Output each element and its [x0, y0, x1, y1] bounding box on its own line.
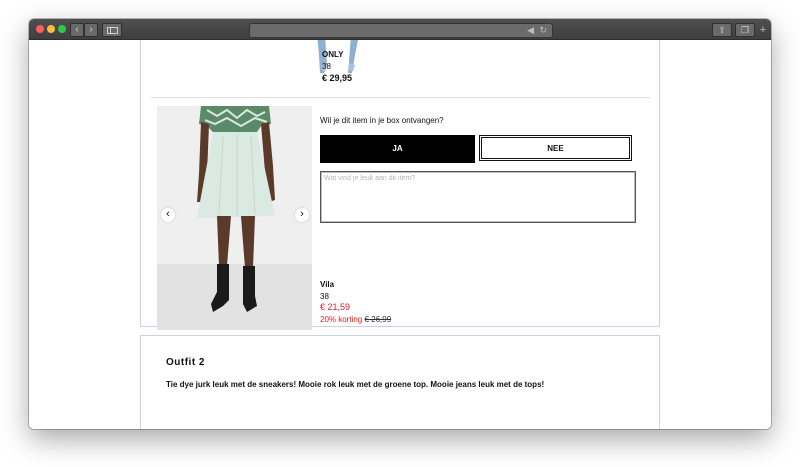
item-size: 38 [320, 292, 329, 301]
title-bar: ‹ › ◀ ↻ ⇪ ❐ + [29, 19, 771, 40]
share-icon[interactable]: ⇪ [712, 23, 732, 37]
audio-icon[interactable]: ◀ [527, 25, 534, 36]
page-viewport: ONLY 38 € 29,95 ‹ › Wil je dit item in j… [29, 40, 771, 429]
item-divider [151, 97, 650, 98]
reload-icon[interactable]: ↻ [539, 25, 547, 36]
browser-window: ‹ › ◀ ↻ ⇪ ❐ + ONLY 38 € 29,95 ‹ › Wil je… [29, 19, 771, 429]
chevron-right-icon: › [300, 208, 304, 220]
product-image-carousel[interactable]: ‹ › [157, 106, 312, 330]
outfit-description: Tie dye jurk leuk met de sneakers! Mooie… [166, 380, 545, 389]
original-price: € 26,99 [364, 315, 392, 324]
item-brand: Vila [320, 280, 335, 289]
sidebar-icon[interactable] [102, 23, 122, 37]
tabs-icon[interactable]: ❐ [735, 23, 755, 37]
maximize-window-button[interactable] [58, 25, 66, 33]
forward-icon[interactable]: › [84, 23, 98, 37]
minimize-window-button[interactable] [47, 25, 55, 33]
discount-label: 20% korting [320, 315, 363, 324]
chevron-left-icon: ‹ [166, 208, 170, 220]
back-icon[interactable]: ‹ [70, 23, 84, 37]
outfit-2-panel: Outfit 2 Tie dye jurk leuk met de sneake… [140, 335, 660, 429]
yes-button[interactable]: JA [320, 135, 475, 163]
close-window-button[interactable] [36, 25, 44, 33]
item-comment-field[interactable] [320, 171, 636, 223]
carousel-prev-button[interactable]: ‹ [161, 208, 175, 222]
no-button[interactable]: NEE [479, 135, 632, 161]
address-bar[interactable]: ◀ ↻ [249, 23, 553, 38]
item-brand: ONLY [322, 50, 344, 59]
item-discount: 20% korting € 26,99 [320, 315, 391, 324]
outfit-title: Outfit 2 [166, 357, 205, 368]
item-price: € 29,95 [322, 73, 353, 83]
item-size: 38 [322, 62, 331, 71]
receive-item-question: Wil je dit item in je box ontvangen? [320, 116, 444, 125]
product-image-skirt [157, 106, 312, 330]
item-sale-price: € 21,59 [320, 302, 351, 312]
new-tab-icon[interactable]: + [757, 23, 769, 37]
carousel-next-button[interactable]: › [295, 208, 309, 222]
